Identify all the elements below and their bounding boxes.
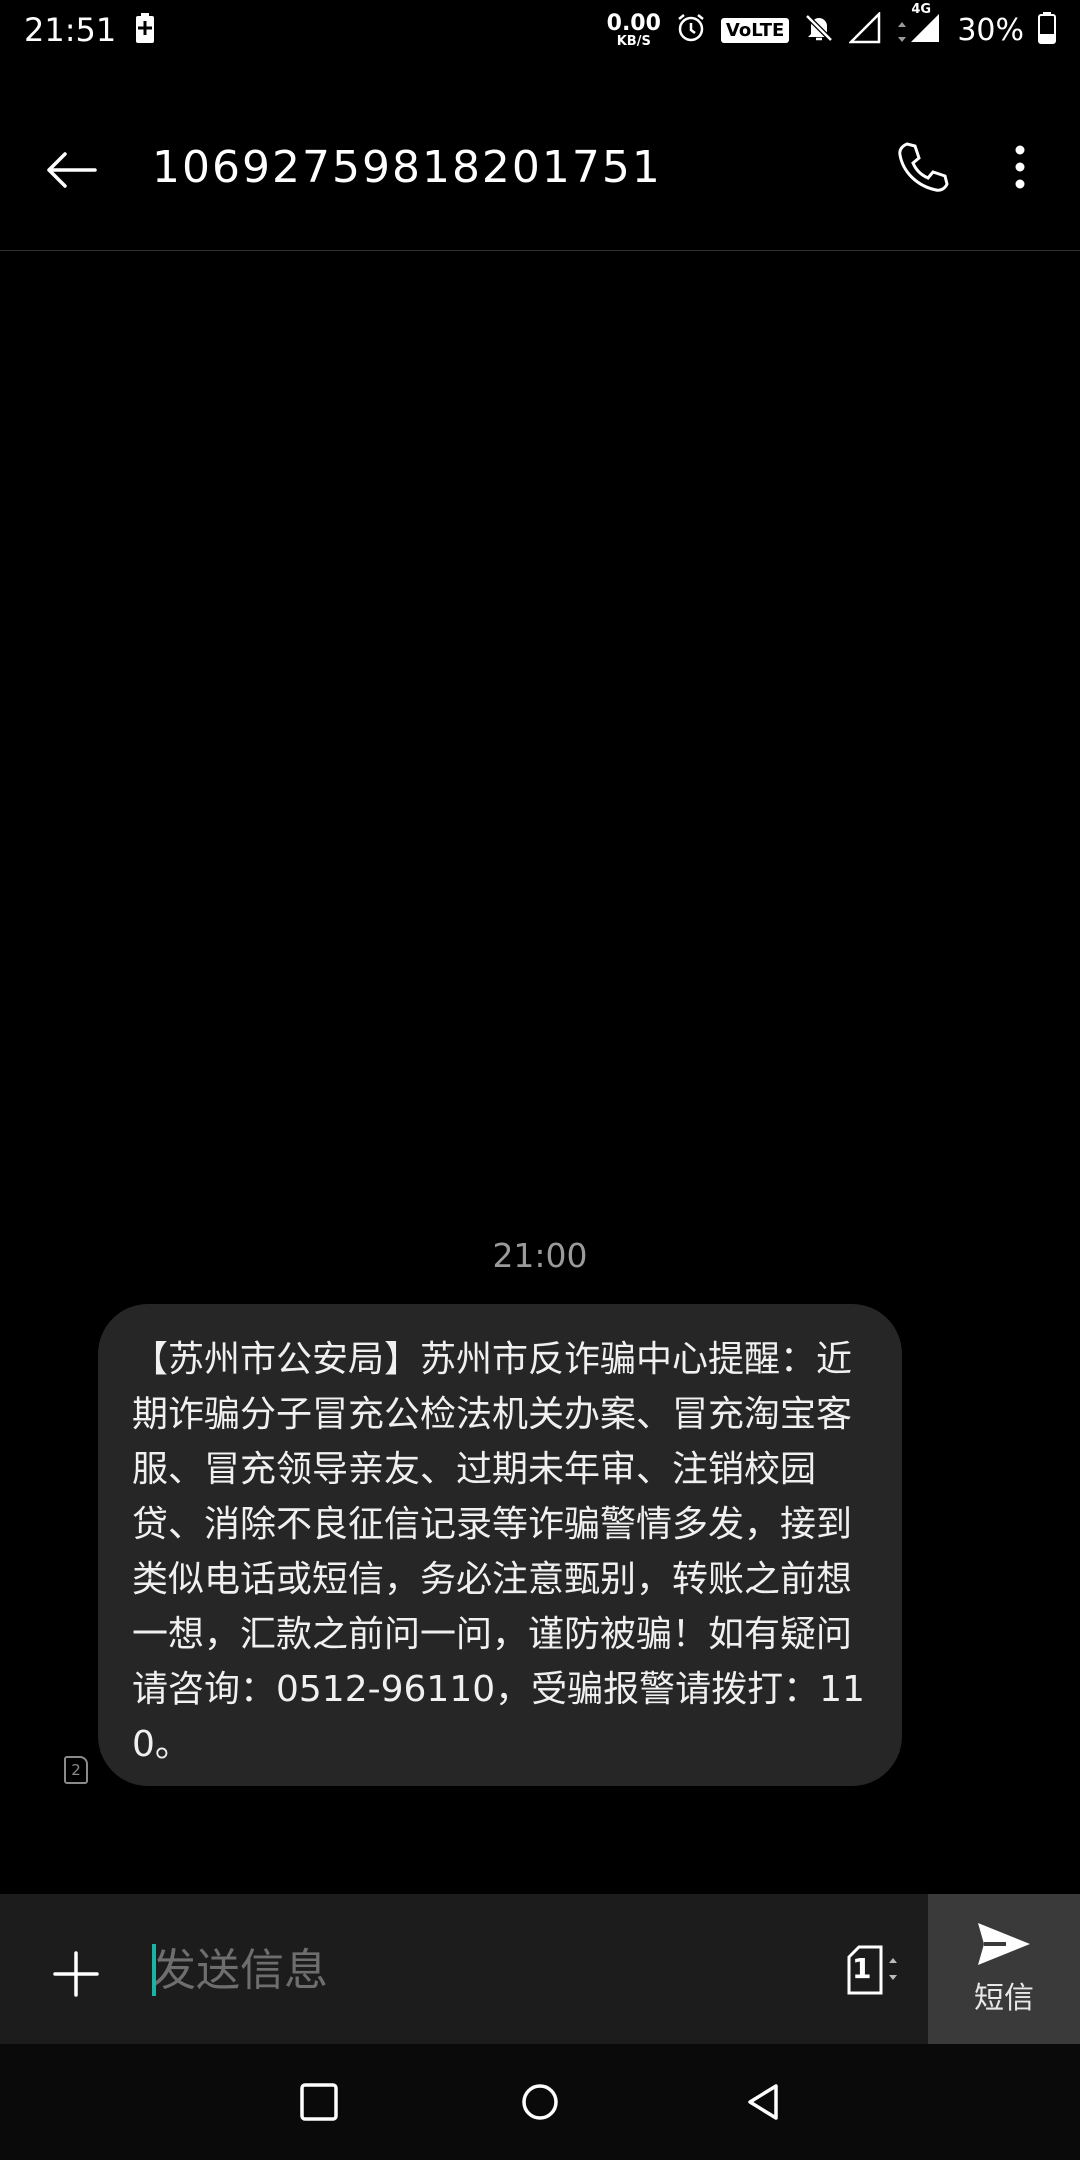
send-button[interactable]: 短信 — [928, 1894, 1080, 2044]
net-speed-unit: KB/S — [616, 33, 651, 49]
back-nav-button[interactable] — [732, 2070, 796, 2134]
message-timestamp: 21:00 — [492, 1236, 588, 1275]
more-vert-icon — [1015, 145, 1025, 189]
text-caret — [152, 1944, 156, 1996]
net-speed-value: 0.00 — [606, 10, 661, 36]
square-icon — [300, 2083, 338, 2121]
home-button[interactable] — [508, 2070, 572, 2134]
status-time: 21:51 — [24, 11, 117, 49]
more-options-button[interactable] — [990, 135, 1050, 199]
triangle-back-icon — [748, 2084, 778, 2120]
plus-icon — [53, 1951, 99, 1997]
mute-icon — [803, 12, 835, 48]
call-button[interactable] — [890, 135, 954, 199]
signal-icon — [848, 10, 883, 48]
message-input[interactable] — [150, 1935, 800, 2005]
sim-selected-number: 1 — [852, 1952, 872, 1985]
message-bubble[interactable]: 【苏州市公安局】苏州市反诈骗中心提醒：近期诈骗分子冒充公检法机关办案、冒充淘宝客… — [98, 1304, 902, 1786]
net-speed: 0.00 KB/S — [606, 10, 661, 49]
sim-select-button[interactable]: 1 — [840, 1938, 904, 2002]
volte-badge: VoLTE — [720, 17, 790, 43]
back-button[interactable] — [40, 138, 104, 202]
arrow-left-icon — [47, 152, 97, 188]
send-icon — [978, 1923, 1030, 1965]
contact-title: 106927598182017​51 — [152, 142, 662, 193]
battery-percent: 30% — [957, 12, 1024, 48]
battery-icon — [1038, 12, 1056, 48]
status-bar: 21:51 0.00 KB/S VoLTE 4G 30% — [0, 0, 1080, 60]
phone-icon — [898, 142, 949, 192]
network-type: 4G — [911, 2, 932, 17]
alarm-icon — [675, 12, 707, 48]
recents-button[interactable] — [287, 2070, 351, 2134]
circle-icon — [522, 2084, 558, 2120]
attach-button[interactable] — [40, 1938, 112, 2010]
sim-card-icon: 2 — [64, 1756, 88, 1784]
send-label: 短信 — [974, 1981, 1034, 2016]
signal-4g-icon: 4G — [897, 2, 943, 48]
battery-charging-icon — [136, 13, 155, 47]
sim-badge-number: 2 — [71, 1761, 81, 1779]
toolbar-divider — [0, 250, 1080, 251]
